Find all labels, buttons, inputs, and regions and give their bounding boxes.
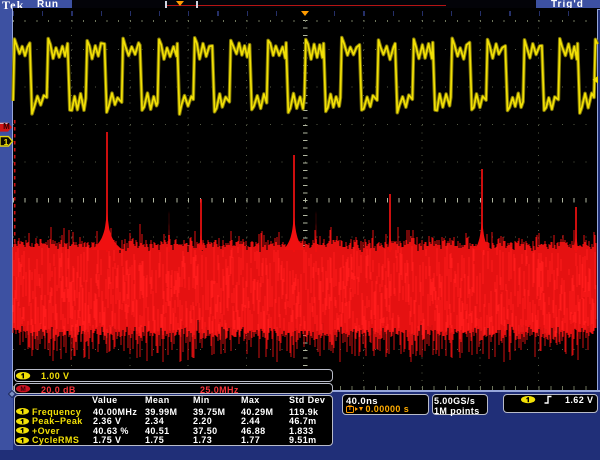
svg-text:M: M <box>20 386 25 393</box>
